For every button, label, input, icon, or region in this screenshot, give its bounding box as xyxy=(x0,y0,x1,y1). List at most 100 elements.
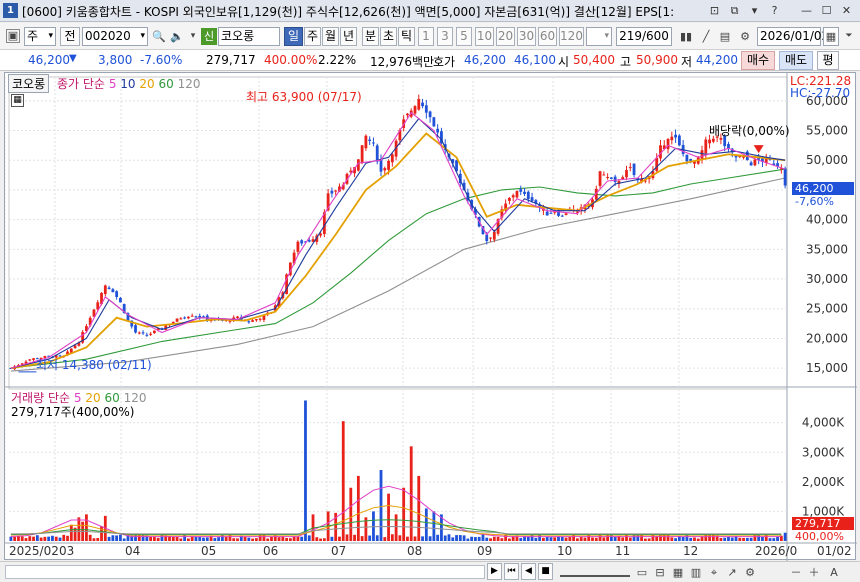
candle-body xyxy=(549,212,553,214)
fit-icon[interactable]: ▭ xyxy=(634,565,650,580)
candle-body xyxy=(390,154,394,163)
price-tick-label: 25,000 xyxy=(806,302,848,316)
quote-bar: 46,200 ▼ 3,800 -7.60% 279,717 400.00% 2.… xyxy=(0,50,860,71)
volume-bar xyxy=(24,538,28,541)
buy-button[interactable]: 매수 xyxy=(741,51,775,70)
pin-icon[interactable]: ⊡ xyxy=(707,3,722,18)
restore-icon[interactable]: ⧉ xyxy=(727,3,742,18)
tab-period-week[interactable]: 주 xyxy=(304,27,321,46)
cursor-icon[interactable]: ↗ xyxy=(724,565,740,580)
zoom-slider[interactable] xyxy=(560,567,630,577)
volume-bar xyxy=(519,538,523,541)
candle-body xyxy=(704,139,708,154)
interval-custom-select[interactable]: ▾ xyxy=(586,27,612,46)
volume-bar xyxy=(398,535,402,541)
volume-bar xyxy=(628,537,632,541)
interval-20[interactable]: 20 xyxy=(496,27,515,46)
prev-page-button[interactable]: ◀ xyxy=(521,563,536,580)
zoom-out-icon[interactable]: － xyxy=(788,565,804,580)
title-bar: 1 [0600] 키움종합차트 - KOSPI 외국인보유[1,129(천)] … xyxy=(0,0,860,22)
volume-bar xyxy=(568,536,572,541)
low-annotation: 최저 14,380 (02/11) xyxy=(36,358,152,372)
tab-period-second[interactable]: 초 xyxy=(380,27,397,46)
interval-30[interactable]: 30 xyxy=(517,27,536,46)
price-volume-chart[interactable]: 60,00055,00050,00045,00040,00035,00030,0… xyxy=(4,62,857,561)
candle-body xyxy=(625,170,628,178)
save-icon[interactable]: ▤ xyxy=(717,29,733,44)
interval-5[interactable]: 5 xyxy=(456,27,472,46)
volume-tag: 279,717 xyxy=(792,517,854,530)
gear-icon[interactable]: ⚙ xyxy=(737,29,753,44)
stock-name-field[interactable]: 코오롱 xyxy=(218,27,280,46)
volume-bar xyxy=(583,537,587,541)
volume-bar xyxy=(202,537,205,541)
candle-body xyxy=(300,240,304,244)
volume-bar xyxy=(330,536,334,541)
grid-icon[interactable]: ▦ xyxy=(670,565,686,580)
tab-period-tick[interactable]: 틱 xyxy=(398,27,415,46)
period-unit-select[interactable]: 주 ▾ xyxy=(24,27,56,46)
chart-area[interactable]: 60,00055,00050,00045,00040,00035,00030,0… xyxy=(4,62,857,561)
stock-legend-tab[interactable]: 코오롱 xyxy=(8,74,50,93)
candle-body xyxy=(753,159,757,166)
settings-icon[interactable]: ⚙ xyxy=(742,565,758,580)
maximize-icon[interactable]: ☐ xyxy=(819,3,834,18)
interval-10[interactable]: 10 xyxy=(475,27,494,46)
layout-icon[interactable]: ▣ xyxy=(6,29,20,43)
interval-1[interactable]: 1 xyxy=(418,27,434,46)
interval-120[interactable]: 120 xyxy=(559,27,584,46)
split-icon[interactable]: ⊟ xyxy=(652,565,668,580)
change-percent: -7.60% xyxy=(140,53,183,67)
candle-body xyxy=(296,241,300,252)
time-tick-label: 10 xyxy=(557,544,572,558)
auto-scale-icon[interactable]: A xyxy=(826,565,842,580)
sell-button[interactable]: 매도 xyxy=(779,51,813,70)
first-button[interactable]: ⏮ xyxy=(504,563,519,580)
chevron-down-icon[interactable]: ▾ xyxy=(185,29,201,44)
dropdown-icon[interactable]: ▾ xyxy=(747,3,762,18)
candle-body xyxy=(677,135,681,146)
help-icon[interactable]: ? xyxy=(767,3,782,18)
candle-body xyxy=(519,189,523,192)
tab-period-year[interactable]: 년 xyxy=(340,27,357,46)
interval-60[interactable]: 60 xyxy=(538,27,557,46)
search-icon[interactable]: 🔍 xyxy=(151,29,167,44)
scroll-right-button[interactable]: ▶ xyxy=(487,563,502,580)
volume-bar xyxy=(353,534,356,541)
expand-icon[interactable]: ⏷ xyxy=(841,29,857,44)
crosshair-icon[interactable]: ⌖ xyxy=(706,565,722,580)
close-icon[interactable]: ✕ xyxy=(839,3,854,18)
tab-period-month[interactable]: 월 xyxy=(322,27,339,46)
volume-bar xyxy=(100,526,103,541)
volume-bar xyxy=(742,537,745,541)
candle-body xyxy=(111,289,115,293)
calendar-icon[interactable]: ▦ xyxy=(823,27,839,46)
draw-tool-icon[interactable]: ╱ xyxy=(698,29,714,44)
tab-period-day[interactable]: 일 xyxy=(284,27,303,46)
tab-period-minute[interactable]: 분 xyxy=(362,27,379,46)
count-display[interactable]: 219/600 xyxy=(616,27,672,46)
minimize-icon[interactable]: — xyxy=(799,3,814,18)
volume-bar xyxy=(636,535,640,541)
horizontal-scrollbar[interactable] xyxy=(5,565,485,579)
stock-code-input[interactable]: 002020 ▾ xyxy=(82,27,148,46)
candle-body xyxy=(421,102,424,107)
open-label: 시 xyxy=(558,55,570,69)
speaker-icon[interactable]: 🔈 xyxy=(169,29,185,44)
volume-bar xyxy=(670,537,674,541)
volume-bar xyxy=(296,536,300,541)
candle-body xyxy=(190,315,194,317)
date-field[interactable]: 2026/01/02 xyxy=(757,27,829,46)
moving-average-lines xyxy=(10,111,786,538)
interval-3[interactable]: 3 xyxy=(437,27,453,46)
table-icon[interactable]: ▦ xyxy=(11,94,24,107)
volume-bar xyxy=(598,534,602,541)
prev-button[interactable]: 전 xyxy=(60,27,80,46)
zoom-in-icon[interactable]: ＋ xyxy=(806,565,822,580)
candle-body xyxy=(628,167,632,169)
stop-button[interactable]: ■ xyxy=(538,563,553,580)
chart-type-icon[interactable]: ▮▮ xyxy=(678,29,694,44)
eval-button[interactable]: 평 xyxy=(817,51,839,70)
volume-bar xyxy=(254,538,258,541)
bar-chart-icon[interactable]: ▥ xyxy=(688,565,704,580)
